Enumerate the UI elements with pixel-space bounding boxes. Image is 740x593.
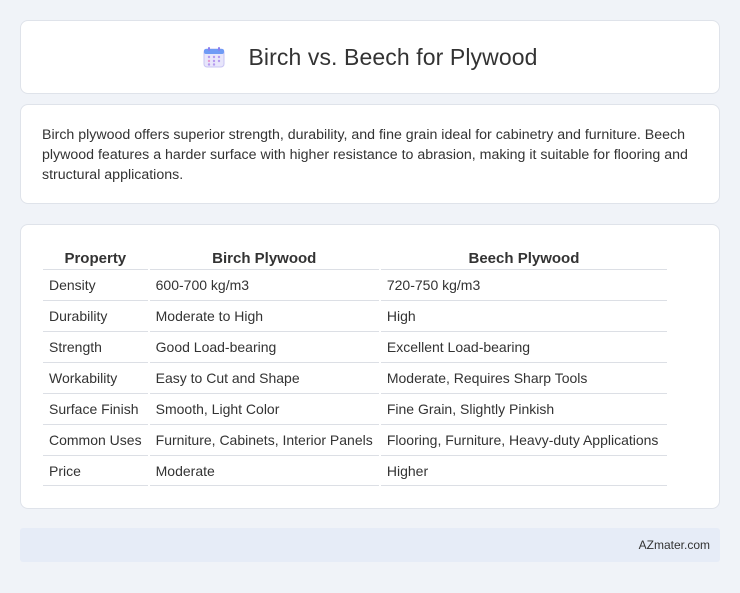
table-row: Workability Easy to Cut and Shape Modera… [43,362,667,393]
footer: AZmater.com [20,528,720,562]
description-text: Birch plywood offers superior strength, … [42,127,688,183]
cell-birch: Moderate to High [149,300,379,331]
cell-property: Surface Finish [43,393,148,424]
cell-property: Strength [43,331,148,362]
comparison-table: Property Birch Plywood Beech Plywood Den… [41,245,669,486]
cell-birch: 600-700 kg/m3 [149,269,379,300]
page-title: Birch vs. Beech for Plywood [248,43,538,70]
cell-property: Price [43,455,148,486]
cell-birch: Smooth, Light Color [149,393,379,424]
cell-beech: 720-750 kg/m3 [380,269,667,300]
table-row: Surface Finish Smooth, Light Color Fine … [43,393,667,424]
cell-beech: Fine Grain, Slightly Pinkish [380,393,667,424]
cell-property: Workability [43,362,148,393]
description-card: Birch plywood offers superior strength, … [20,104,720,204]
column-header-birch: Birch Plywood [212,249,317,267]
calendar-icon [202,45,226,69]
table-row: Strength Good Load-bearing Excellent Loa… [43,331,667,362]
table-row: Price Moderate Higher [43,455,667,486]
footer-source: AZmater.com [638,538,710,552]
cell-beech: High [380,300,667,331]
table-header-row: Property Birch Plywood Beech Plywood [43,245,667,269]
table-row: Common Uses Furniture, Cabinets, Interio… [43,424,667,455]
cell-property: Density [43,269,148,300]
title-card: Birch vs. Beech for Plywood [20,20,720,94]
cell-birch: Easy to Cut and Shape [149,362,379,393]
cell-beech: Excellent Load-bearing [380,331,667,362]
comparison-table-card: Property Birch Plywood Beech Plywood Den… [20,224,720,509]
column-header-property: Property [64,249,127,267]
cell-birch: Furniture, Cabinets, Interior Panels [149,424,379,455]
cell-birch: Moderate [149,455,379,486]
cell-property: Common Uses [43,424,148,455]
cell-property: Durability [43,300,148,331]
cell-beech: Higher [380,455,667,486]
column-header-beech: Beech Plywood [468,249,580,267]
table-row: Density 600-700 kg/m3 720-750 kg/m3 [43,269,667,300]
cell-beech: Moderate, Requires Sharp Tools [380,362,667,393]
cell-birch: Good Load-bearing [149,331,379,362]
table-row: Durability Moderate to High High [43,300,667,331]
cell-beech: Flooring, Furniture, Heavy-duty Applicat… [380,424,667,455]
